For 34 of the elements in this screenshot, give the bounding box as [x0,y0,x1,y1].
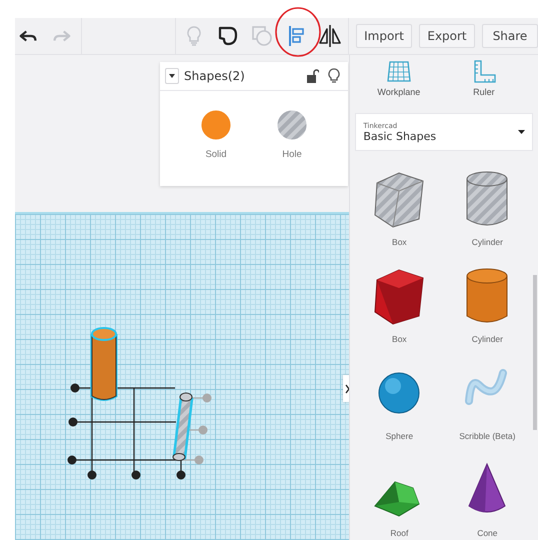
shape-item[interactable]: Sphere [355,363,444,455]
toolbar-button[interactable]: Share [482,24,538,48]
caret-icon [518,130,525,134]
shape-item[interactable]: Scribble (Beta) [443,363,532,455]
toolbar-button[interactable]: Export [419,24,475,48]
cylinder-drawing[interactable] [90,327,118,401]
chevron-icon [344,384,350,394]
caret-icon [169,74,175,78]
toolbar-button[interactable]: Import [356,24,412,48]
collapse-button[interactable] [165,68,179,84]
overlapping-shapes-icon [250,24,274,48]
ruler-button[interactable]: Ruler [441,55,526,105]
grid-icon [386,59,412,84]
panel-title: Shapes(2) [184,69,246,83]
workplane-button[interactable]: Workplane [356,55,442,105]
solid-swatch-icon [200,109,232,141]
shape-item[interactable]: Roof [355,460,444,540]
hole-swatch-icon [276,109,308,141]
shape-item[interactable]: Cone [443,460,532,540]
padlock-icon[interactable] [307,69,319,83]
hole-option[interactable]: Hole [272,109,312,160]
lightbulb-icon[interactable] [328,68,340,84]
mirror-icon [318,24,342,48]
shape-item[interactable]: Cylinder [443,266,532,358]
shape-item[interactable]: Box [355,169,444,261]
library-category: Basic Shapes [363,130,438,142]
mirror-button[interactable] [318,24,342,48]
scrollbar-thumb[interactable] [533,275,537,430]
shape-item[interactable]: Cylinder [443,169,532,261]
shape-item[interactable]: Box [355,266,444,358]
solid-option[interactable]: Solid [196,109,236,160]
selection-handles-drawing[interactable] [68,384,212,480]
hole-cylinder-drawing[interactable] [172,392,194,461]
annotation-circle [273,6,323,58]
